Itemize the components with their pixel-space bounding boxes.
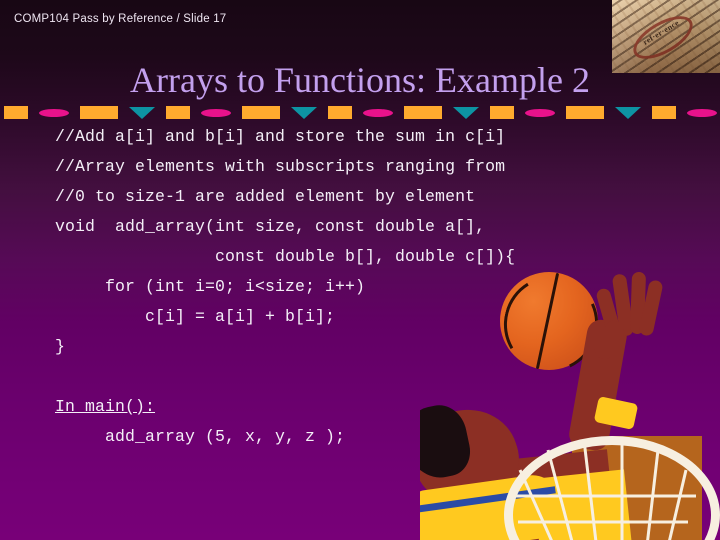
divider-square-shape [328, 106, 352, 119]
code-line: //0 to size-1 are added element by eleme… [55, 187, 476, 206]
divider-ellipse-shape [363, 109, 393, 117]
divider-rectangle-shape [80, 106, 118, 119]
presentation-slide: COMP104 Pass by Reference / Slide 17 ref… [0, 0, 720, 540]
divider-rectangle-shape [404, 106, 442, 119]
divider-ellipse-shape [39, 109, 69, 117]
divider-triangle-shape [129, 107, 155, 119]
decorative-divider-bar [0, 104, 720, 122]
slide-title: Arrays to Functions: Example 2 [130, 60, 590, 100]
divider-square-shape [4, 106, 28, 119]
code-line: In main(): [55, 397, 156, 416]
code-line: for (int i=0; i<size; i++) [55, 277, 366, 296]
divider-square-shape [652, 106, 676, 119]
code-line: add_array (5, x, y, z ); [55, 427, 346, 446]
divider-rectangle-shape [566, 106, 604, 119]
code-line: c[i] = a[i] + b[i]; [55, 307, 336, 326]
divider-square-shape [166, 106, 190, 119]
divider-ellipse-shape [201, 109, 231, 117]
code-text-block: //Add a[i] and b[i] and store the sum in… [55, 122, 675, 452]
divider-rectangle-shape [242, 106, 280, 119]
code-line: const double b[], double c[]){ [55, 247, 516, 266]
divider-square-shape [490, 106, 514, 119]
divider-ellipse-shape [687, 109, 717, 117]
slide-header-text: COMP104 Pass by Reference / Slide 17 [14, 13, 227, 25]
divider-ellipse-shape [525, 109, 555, 117]
divider-triangle-shape [615, 107, 641, 119]
code-line: void add_array(int size, const double a[… [55, 217, 486, 236]
divider-triangle-shape [291, 107, 317, 119]
code-line: //Array elements with subscripts ranging… [55, 157, 506, 176]
code-line: //Add a[i] and b[i] and store the sum in… [55, 127, 506, 146]
divider-triangle-shape [453, 107, 479, 119]
code-line: } [55, 337, 66, 356]
